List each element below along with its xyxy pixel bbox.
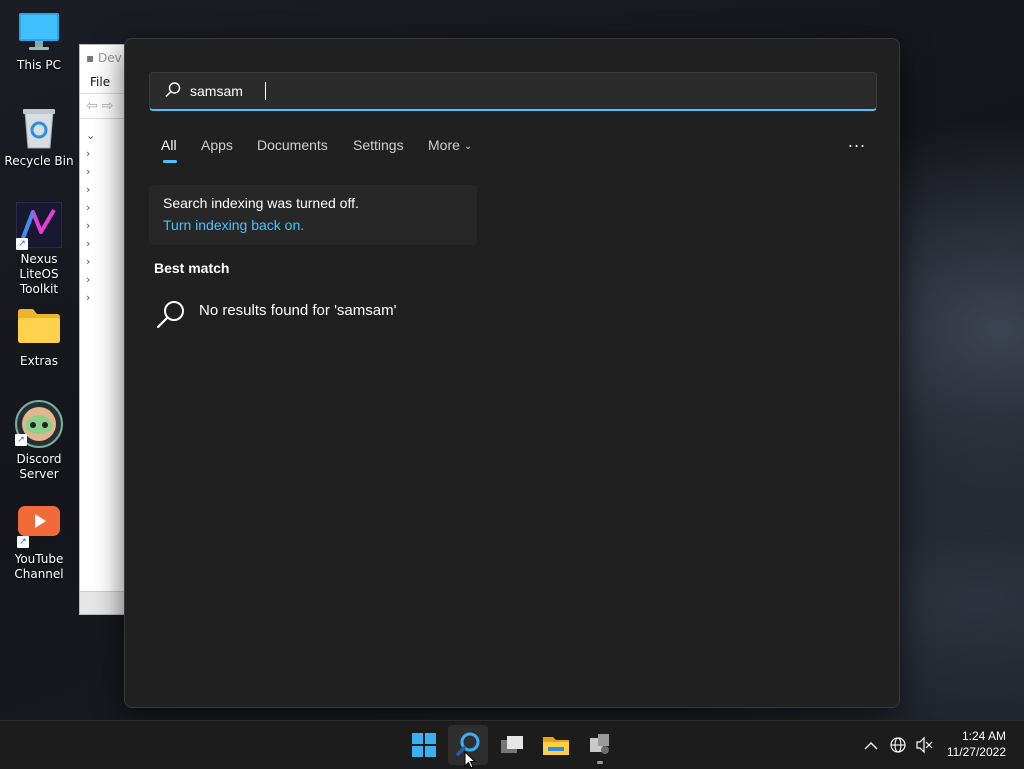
tab-documents[interactable]: Documents [257,137,328,153]
turn-indexing-on-link[interactable]: Turn indexing back on. [163,217,304,233]
desktop-icon-label: YouTube Channel [14,552,64,581]
shortcut-arrow-icon: ↗ [17,536,29,548]
desktop-icon-youtube[interactable]: ↗ YouTube Channel [0,504,78,582]
folder-icon [17,306,61,350]
start-button[interactable] [404,725,444,765]
file-explorer-button[interactable] [536,725,576,765]
device-manager-taskbar-button[interactable] [580,725,620,765]
desktop-icon-recycle-bin[interactable]: Recycle Bin [0,106,78,169]
desktop-icon-discord[interactable]: ↗ Discord Server [0,400,78,482]
desktop-icon-label: Discord Server [16,452,62,481]
menu-file[interactable]: File [80,71,130,93]
text-caret [265,82,266,100]
taskbar: 1:24 AM 11/27/2022 [0,720,1024,769]
discord-icon: ↗ [15,400,63,448]
active-tab-indicator [163,160,177,163]
tree-expander[interactable]: › [86,237,95,255]
tree-expander[interactable]: › [86,165,95,183]
recycle-bin-icon [17,106,61,150]
window-toolbar: ⇦ ⇨ [80,93,130,119]
tree-expander[interactable]: › [86,201,95,219]
chevron-up-icon[interactable] [862,721,880,769]
start-icon [412,733,436,757]
shortcut-arrow-icon: ↗ [16,238,28,250]
clock[interactable]: 1:24 AM 11/27/2022 [947,728,1006,760]
task-view-button[interactable] [492,725,532,765]
tree-expander[interactable]: › [86,183,95,201]
tree-expander[interactable]: ⌄ [86,129,95,147]
tree-expander[interactable]: › [86,147,95,165]
tab-all[interactable]: All [161,137,177,163]
volume-muted-icon[interactable] [914,721,934,769]
forward-arrow-icon[interactable]: ⇨ [102,98,114,114]
network-globe-icon[interactable] [888,721,908,769]
tree-expander[interactable]: › [86,219,95,237]
file-explorer-icon [543,737,569,755]
more-options-button[interactable]: ... [843,134,871,155]
indexing-notice-text: Search indexing was turned off. [163,195,359,211]
status-bar [80,591,130,614]
desktop-icon-label: Nexus LiteOS Toolkit [19,252,59,296]
desktop-icon-label: Recycle Bin [4,154,74,168]
desktop-icon-this-pc[interactable]: This PC [0,10,78,73]
tab-settings[interactable]: Settings [353,137,404,153]
no-results-item: No results found for 'samsam' [155,299,555,335]
search-input[interactable] [190,79,790,103]
shortcut-arrow-icon: ↗ [15,434,27,446]
desktop-icon-extras[interactable]: Extras [0,306,78,369]
desktop-icon-label: This PC [17,58,61,72]
nexus-toolkit-icon: ↗ [15,201,63,250]
device-manager-icon [590,734,609,754]
clock-time: 1:24 AM [961,729,1006,743]
back-arrow-icon[interactable]: ⇦ [86,98,98,114]
device-tree: ⌄ › › › › › › › › › [86,129,95,309]
tab-apps[interactable]: Apps [201,137,233,153]
tab-more[interactable]: More ⌄ [428,137,472,153]
monitor-icon [17,10,61,54]
search-taskbar-button[interactable] [448,725,488,769]
running-indicator [597,761,603,764]
desktop-icon-label: Extras [20,354,58,368]
tree-expander[interactable]: › [86,255,95,273]
search-icon [156,301,184,329]
window-title: ▪ Dev [80,45,130,71]
best-match-heading: Best match [154,260,230,276]
search-box[interactable] [149,72,877,111]
indexing-notice: Search indexing was turned off. Turn ind… [149,185,477,245]
tree-expander[interactable]: › [86,273,95,291]
mouse-cursor-icon [464,751,476,769]
search-icon [165,82,181,97]
search-panel: All Apps Documents Settings More⌄ ... Se… [124,38,900,708]
no-results-text: No results found for 'samsam' [199,302,397,319]
youtube-icon: ↗ [17,504,61,548]
clock-date: 11/27/2022 [946,745,1006,759]
chevron-down-icon: ⌄ [463,141,473,152]
tree-expander[interactable]: › [86,291,95,309]
task-view-icon [501,736,523,753]
desktop-icon-nexus-toolkit[interactable]: ↗ Nexus LiteOS Toolkit [0,201,78,297]
